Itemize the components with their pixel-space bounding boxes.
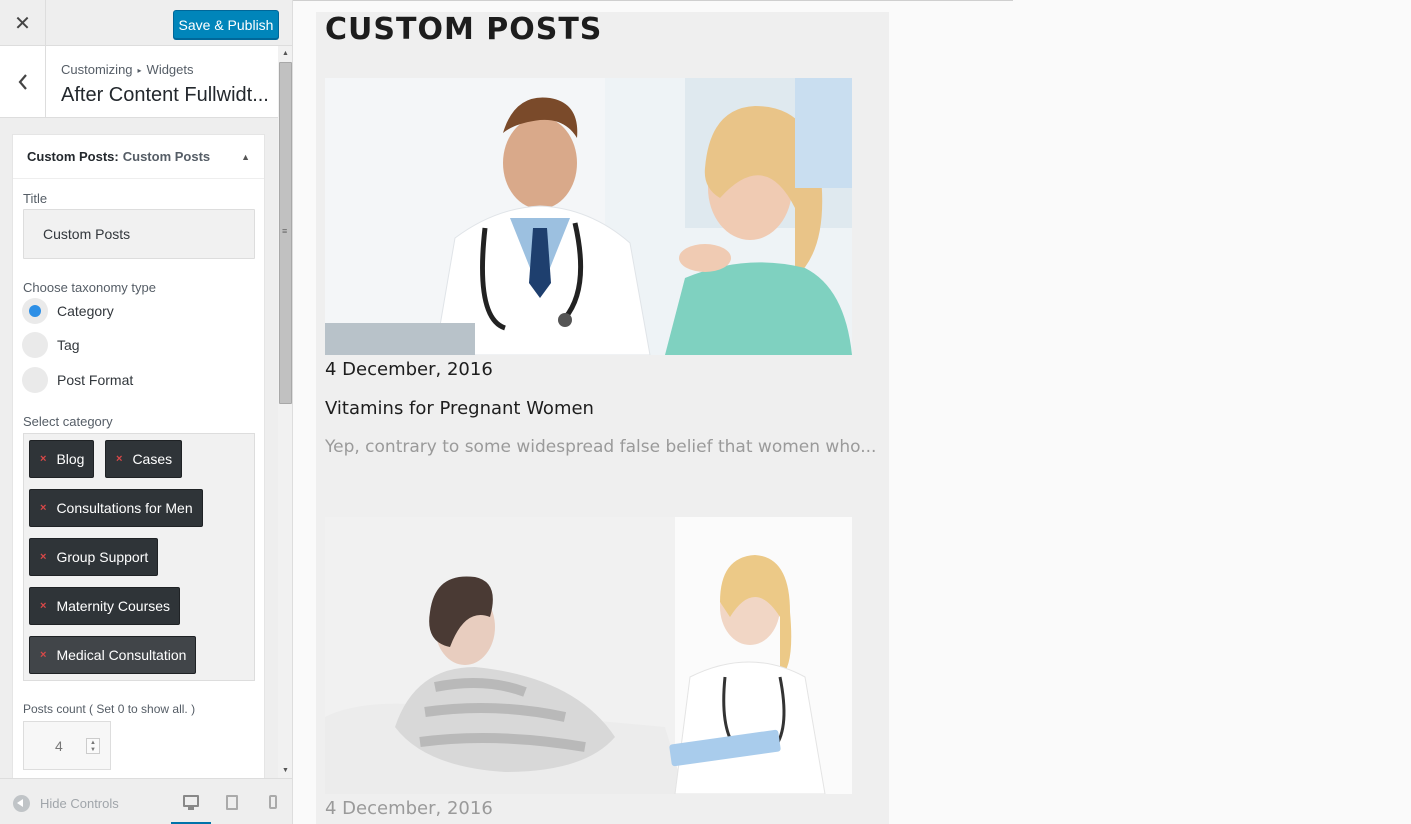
title-input[interactable]: Custom Posts xyxy=(23,209,255,259)
category-chip[interactable]: × Medical Consultation xyxy=(29,636,197,674)
chip-label: Group Support xyxy=(56,549,149,565)
stepper-up-icon[interactable]: ▲ xyxy=(90,740,96,746)
hide-controls-label: Hide Controls xyxy=(40,796,119,811)
panel-title-bar: Customizing ▸ Widgets After Content Fullwi… xyxy=(0,46,278,118)
radio-label: Tag xyxy=(57,337,80,353)
hide-controls-button[interactable]: Hide Controls xyxy=(13,795,119,812)
custom-posts-widget: Custom Posts: Custom Posts ▲ Title Custo… xyxy=(12,134,265,794)
posts-count-value: 4 xyxy=(55,737,63,754)
chevron-left-icon xyxy=(18,74,27,90)
customizer-sidebar: ✕ Save & Publish Customizing ▸ Widgets Aft… xyxy=(0,0,293,824)
category-chip[interactable]: × Consultations for Men xyxy=(29,489,203,527)
back-button[interactable] xyxy=(0,46,46,118)
widget-name: Custom Posts: xyxy=(27,149,119,164)
category-multiselect[interactable]: × Blog × Cases × Consultations for Men × Gro… xyxy=(23,433,255,681)
radio-label: Post Format xyxy=(57,372,134,388)
post-image[interactable] xyxy=(325,78,852,355)
panel-title: After Content Fullwidt... xyxy=(61,84,269,106)
taxonomy-type-label: Choose taxonomy type xyxy=(23,280,156,295)
customizer-header: ✕ Save & Publish xyxy=(0,0,292,46)
select-category-label: Select category xyxy=(23,414,113,429)
caret-up-icon[interactable]: ▲ xyxy=(241,152,250,162)
remove-icon[interactable]: × xyxy=(40,649,46,661)
taxonomy-radio-tag[interactable]: Tag xyxy=(22,332,80,358)
doctor-consultation-photo xyxy=(325,78,852,355)
tablet-icon xyxy=(226,794,238,810)
sidebar-scrollbar[interactable]: ▲ ≡ ▼ xyxy=(278,46,292,778)
post-title-link[interactable]: Vitamins for Pregnant Women xyxy=(325,398,594,419)
remove-icon[interactable]: × xyxy=(40,551,46,563)
grip-icon: ≡ xyxy=(282,226,288,236)
preview-widget-area: CUSTOM POSTS 4 December, 2016 Vitamins f… xyxy=(316,12,889,824)
radio-button-checked[interactable] xyxy=(22,298,48,324)
remove-icon[interactable]: × xyxy=(40,453,46,465)
post-excerpt: Yep, contrary to some widespread false b… xyxy=(325,437,877,457)
widget-header[interactable]: Custom Posts: Custom Posts ▲ xyxy=(13,135,264,179)
close-icon: ✕ xyxy=(14,12,31,35)
remove-icon[interactable]: × xyxy=(116,453,122,465)
radio-label: Category xyxy=(57,303,114,319)
pregnant-patient-photo xyxy=(325,517,852,794)
section-title: CUSTOM POSTS xyxy=(325,12,603,47)
collapse-icon xyxy=(13,795,30,812)
device-mobile-button[interactable] xyxy=(253,779,292,824)
scroll-up-icon[interactable]: ▲ xyxy=(278,46,292,61)
category-chip[interactable]: × Cases xyxy=(105,440,183,478)
breadcrumb-root: Customizing xyxy=(61,62,133,77)
scroll-thumb[interactable]: ≡ xyxy=(279,62,292,404)
scroll-down-icon[interactable]: ▼ xyxy=(278,763,292,778)
taxonomy-radio-category[interactable]: Category xyxy=(22,298,114,324)
breadcrumb-section: Widgets xyxy=(146,62,194,77)
device-desktop-button[interactable] xyxy=(171,779,211,824)
chip-label: Medical Consultation xyxy=(56,647,187,663)
taxonomy-radio-post-format[interactable]: Post Format xyxy=(22,367,133,393)
post-date: 4 December, 2016 xyxy=(325,359,493,380)
mobile-icon xyxy=(269,795,277,809)
radio-button[interactable] xyxy=(22,332,48,358)
desktop-icon xyxy=(183,794,199,810)
close-customizer-button[interactable]: ✕ xyxy=(0,0,46,46)
chip-label: Maternity Courses xyxy=(56,598,171,614)
remove-icon[interactable]: × xyxy=(40,502,46,514)
category-chip[interactable]: × Group Support xyxy=(29,538,159,576)
radio-button[interactable] xyxy=(22,367,48,393)
breadcrumb-separator-icon: ▸ xyxy=(137,66,142,75)
category-chip[interactable]: × Blog xyxy=(29,440,95,478)
stepper-buttons[interactable]: ▲ ▼ xyxy=(86,738,100,754)
breadcrumb: Customizing ▸ Widgets xyxy=(61,62,194,77)
remove-icon[interactable]: × xyxy=(40,600,46,612)
post-date: 4 December, 2016 xyxy=(325,798,493,819)
save-publish-button[interactable]: Save & Publish xyxy=(173,10,279,39)
stepper-down-icon[interactable]: ▼ xyxy=(90,747,96,753)
chip-label: Cases xyxy=(132,451,173,467)
category-chip[interactable]: × Maternity Courses xyxy=(29,587,181,625)
widget-instance-title: Custom Posts xyxy=(122,149,211,164)
posts-count-label: Posts count ( Set 0 to show all. ) xyxy=(23,702,196,716)
preview-top-border xyxy=(293,0,1013,1)
customizer-footer: Hide Controls xyxy=(0,778,292,824)
post-image[interactable] xyxy=(325,517,852,794)
device-tablet-button[interactable] xyxy=(212,779,252,824)
posts-count-stepper[interactable]: 4 ▲ ▼ xyxy=(23,721,111,770)
chip-label: Blog xyxy=(56,451,85,467)
title-label: Title xyxy=(23,191,48,206)
chip-label: Consultations for Men xyxy=(56,500,193,516)
